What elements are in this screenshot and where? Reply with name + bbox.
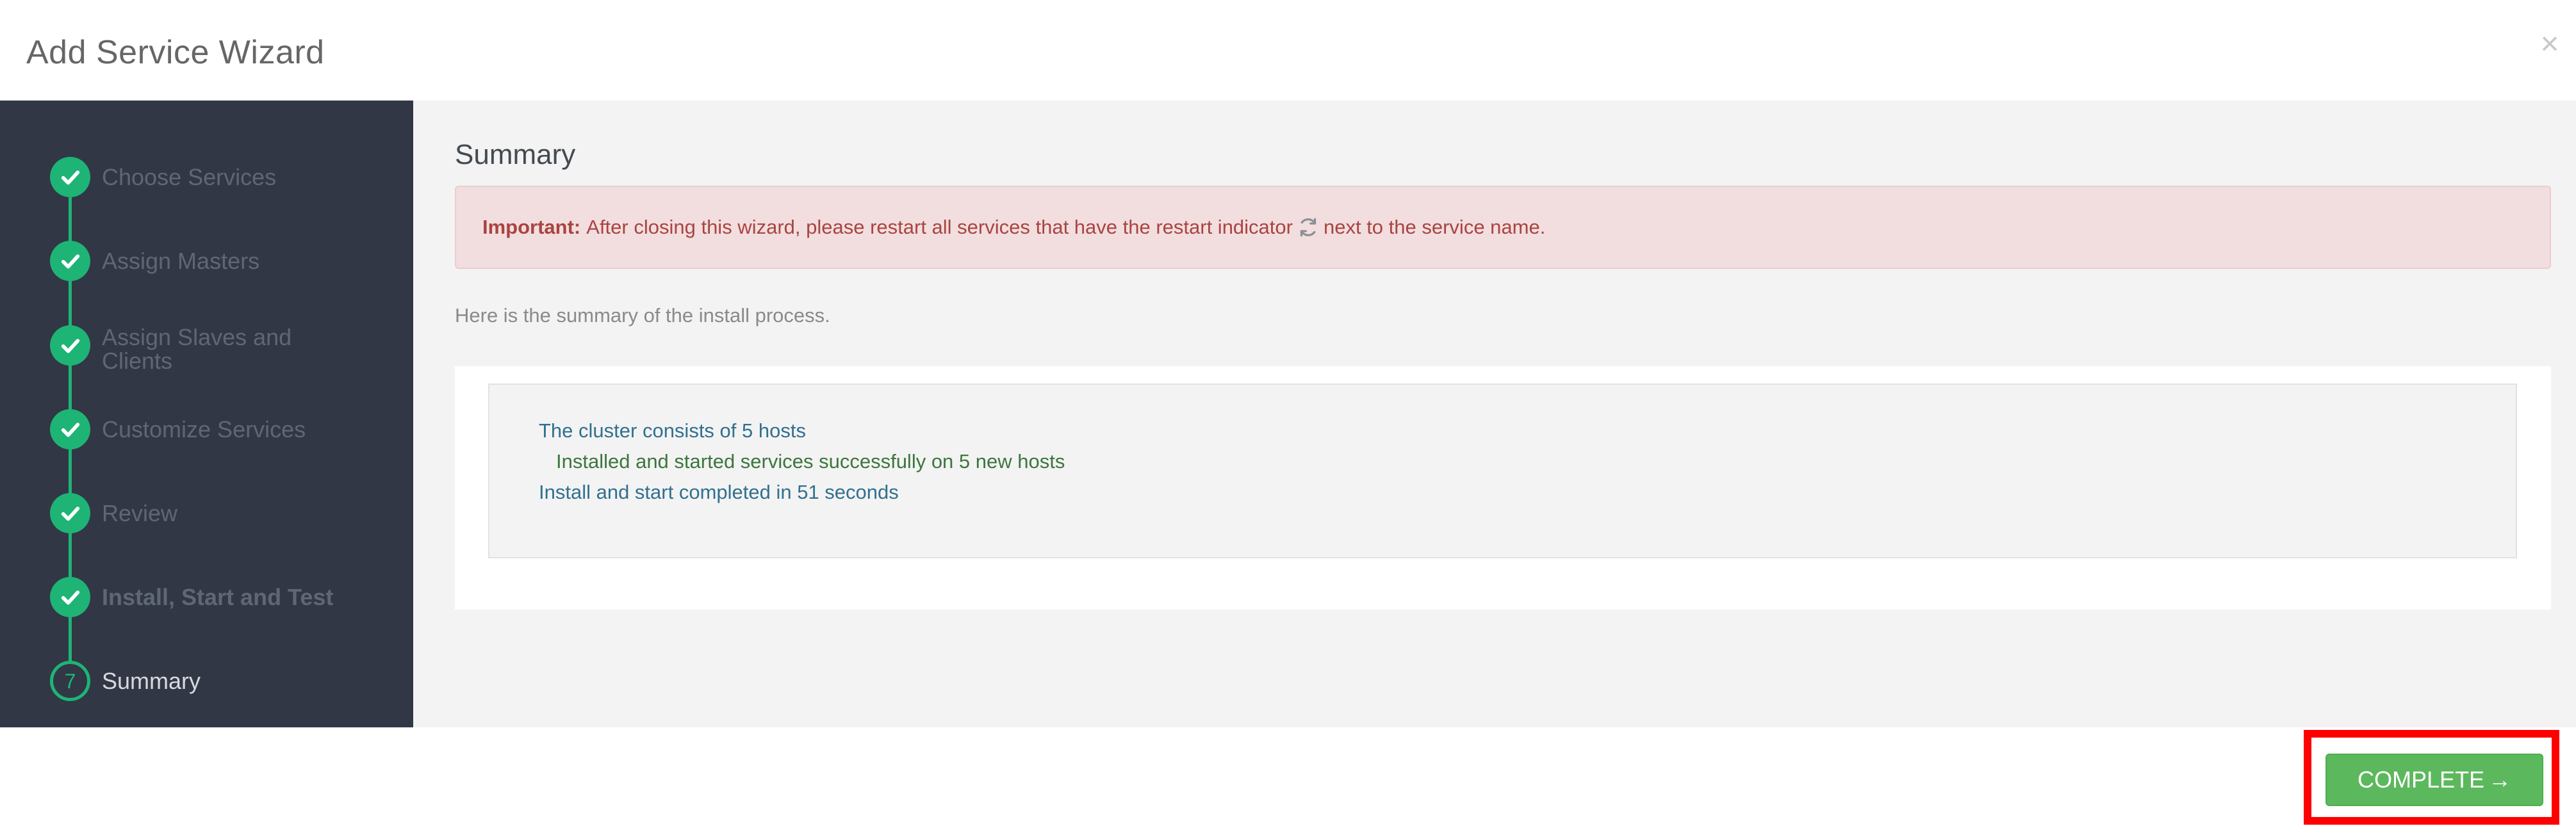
complete-button-label: Complete [2357, 766, 2485, 793]
step-assign-masters: Assign Masters [50, 241, 409, 282]
step-assign-slaves-and-clients: Assign Slaves and Clients [50, 325, 409, 373]
summary-line-install-status: Installed and started services successfu… [556, 450, 1065, 473]
modal-title: Add Service Wizard [26, 34, 325, 71]
restart-alert: Important: After closing this wizard, pl… [455, 186, 2551, 269]
step-summary: 7 Summary [50, 661, 409, 702]
alert-text: After closing this wizard, please restar… [586, 216, 1293, 238]
step-review: Review [50, 493, 409, 534]
section-title: Summary [455, 139, 576, 170]
alert-strong: Important: [482, 216, 581, 238]
step-label: Assign Slaves and Clients [102, 324, 292, 374]
step-install-start-and-test: Install, Start and Test [50, 577, 409, 618]
complete-button[interactable]: Complete → [2326, 754, 2543, 806]
summary-line-duration: Install and start completed in 51 second… [539, 481, 899, 503]
close-icon[interactable]: × [2537, 28, 2563, 60]
step-label: Review [102, 500, 178, 526]
refresh-icon [1297, 216, 1320, 239]
modal-footer: Complete → [0, 727, 2576, 833]
step-label: Choose Services [102, 164, 277, 190]
step-label: Customize Services [102, 416, 306, 442]
arrow-right-icon: → [2488, 766, 2512, 793]
check-icon [50, 325, 90, 366]
wizard-steps-sidebar: Choose Services Assign Masters Assign Sl… [0, 101, 413, 727]
check-icon [50, 241, 90, 281]
step-choose-services: Choose Services [50, 157, 409, 198]
step-customize-services: Customize Services [50, 409, 409, 450]
step-number: 7 [64, 669, 76, 693]
check-icon [50, 409, 90, 449]
add-service-wizard-modal: Add Service Wizard × Choose Services Ass… [0, 0, 2576, 833]
alert-text-end: next to the service name. [1323, 216, 1546, 238]
wizard-content: Summary Important: After closing this wi… [413, 101, 2576, 727]
check-icon [50, 577, 90, 617]
step-label: Install, Start and Test [102, 584, 334, 610]
summary-log-box: The cluster consists of 5 hosts Installe… [488, 384, 2517, 558]
step-label: Assign Masters [102, 248, 260, 274]
summary-panel: The cluster consists of 5 hosts Installe… [455, 366, 2551, 610]
check-icon [50, 493, 90, 533]
check-icon [50, 157, 90, 197]
modal-header: Add Service Wizard × [0, 0, 2576, 101]
summary-intro: Here is the summary of the install proce… [455, 304, 830, 327]
summary-line-hosts: The cluster consists of 5 hosts [539, 419, 806, 442]
step-label: Summary [102, 668, 201, 694]
step-number-badge: 7 [50, 661, 90, 701]
